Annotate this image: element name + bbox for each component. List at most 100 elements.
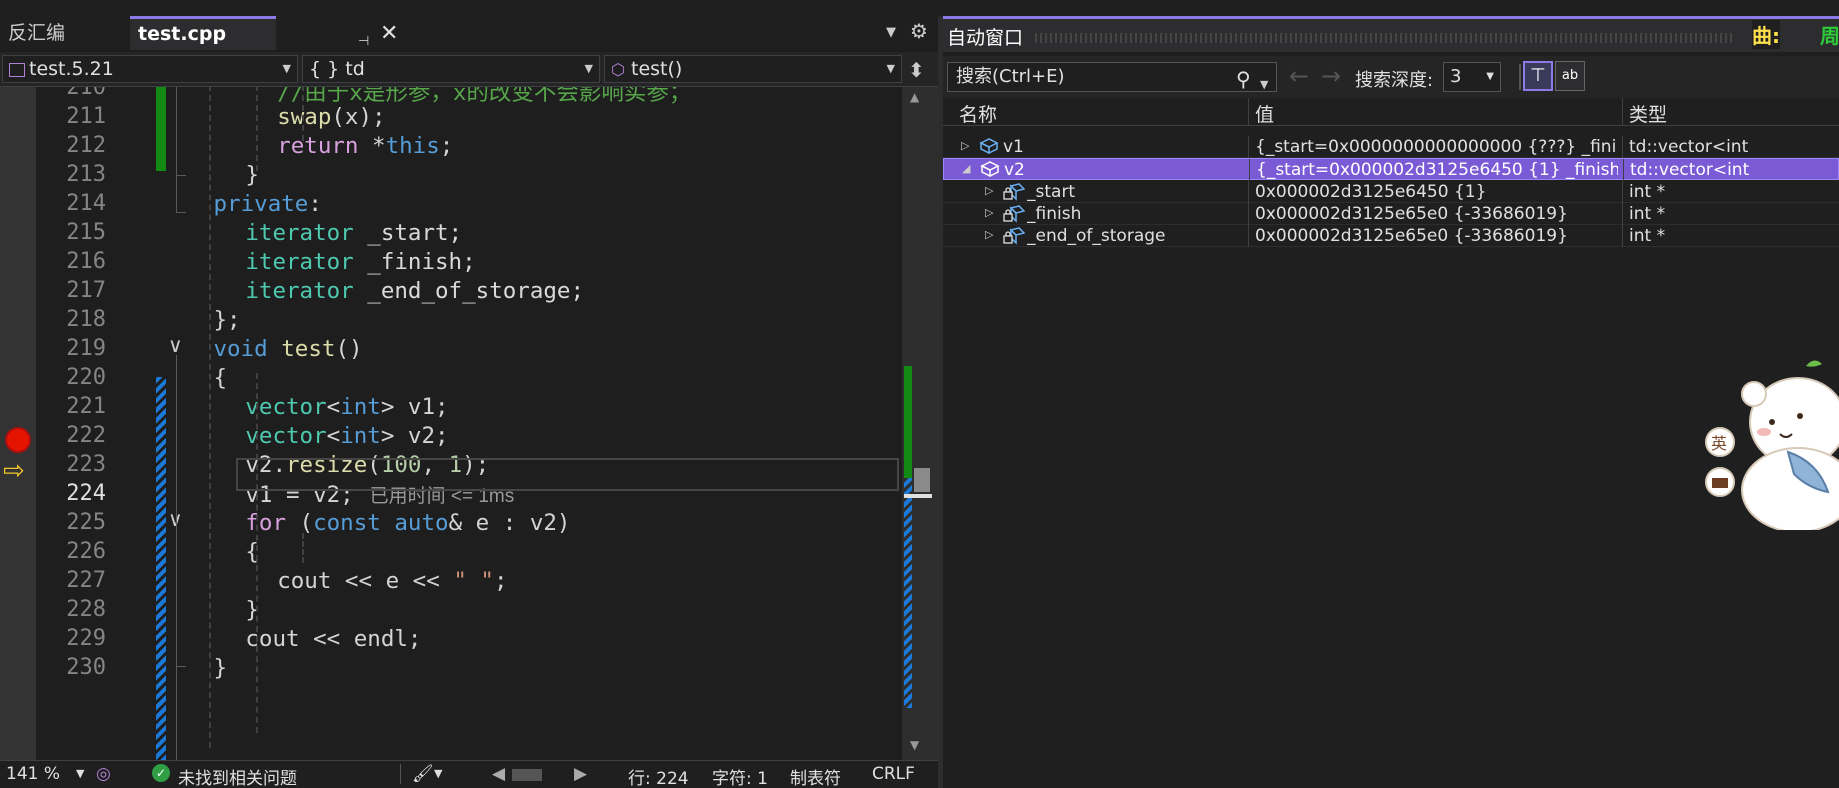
collapse-arrow-icon[interactable]: ◢ [962,162,970,175]
member-dropdown-label: test() [631,58,683,80]
fold-collapse-icon[interactable]: ∨ [168,333,183,357]
toolbar-divider [1519,64,1521,90]
arrow-left-icon[interactable]: ← [1289,62,1309,90]
arrow-right-icon[interactable]: → [1321,62,1341,90]
code-line[interactable]: for (const auto& e : v2) [245,510,570,536]
breakpoint-icon[interactable] [5,427,31,453]
column-header-type[interactable]: 类型 [1629,100,1667,127]
search-depth-label: 搜索深度: [1355,70,1434,91]
document-tab-strip: 反汇编 test.cpp ⊣ ✕ ▼ ⚙ [0,16,938,50]
line-number: 212 [66,133,106,158]
autos-row-value[interactable]: {_start=0x000002d3125e6450 {1} _finish=0… [1256,160,1618,180]
code-token: int [340,423,381,449]
code-line[interactable]: cout << e << " "; [277,568,507,594]
indent-mode-status[interactable]: 制表符 [790,764,841,788]
column-divider [1248,180,1249,203]
code-token: _end_of_storage; [353,278,585,304]
zoom-level[interactable]: 141 % [6,764,60,784]
scroll-down-icon[interactable]: ▼ [910,738,919,752]
autos-row-type: td::vector<int> [1630,160,1750,181]
scrollbar-caret-marker [904,494,932,498]
expand-arrow-icon[interactable]: ▷ [985,228,993,241]
line-number: 215 [66,220,106,245]
line-number: 226 [66,539,106,564]
autos-row[interactable]: ◢ v2 {_start=0x000002d3125e6450 {1} _finis… [943,158,1839,182]
code-line[interactable]: iterator _start; [245,220,462,246]
code-line[interactable]: { [214,365,228,391]
code-token: << endl; [299,626,422,652]
code-token: cout [277,568,332,594]
search-depth-value: 3 [1450,66,1462,87]
autos-row[interactable]: ▷ _finish 0x000002d3125e65e0 {-33686019} in… [943,202,1839,225]
code-token: > v1; [380,394,449,420]
code-token: test [281,336,336,362]
char-number-status[interactable]: 字符: 1 [712,764,768,788]
expand-arrow-icon[interactable]: ▷ [985,184,993,197]
chevron-down-icon[interactable]: ▼ [1260,71,1268,99]
code-line[interactable]: private: [214,191,322,217]
code-token: * [358,133,386,159]
code-line[interactable]: iterator _end_of_storage; [245,278,584,304]
code-line[interactable]: iterator _finish; [245,249,475,275]
scrollbar-thumb[interactable] [914,468,930,492]
scroll-left-icon[interactable]: ◀ [492,764,505,784]
expand-arrow-icon[interactable]: ▷ [985,206,993,219]
member-dropdown[interactable]: ⬡ test() ▼ [604,55,902,83]
autos-row-value[interactable]: 0x000002d3125e65e0 {-33686019} [1255,204,1617,224]
indicator-margin[interactable] [0,87,36,760]
autos-row-value[interactable]: 0x000002d3125e6450 {1} [1255,182,1617,202]
column-resizer[interactable] [1622,98,1623,126]
hex-display-button[interactable]: ab [1555,61,1585,91]
line-ending-status[interactable]: CRLF [872,764,915,784]
code-line[interactable]: vector<int> v2; [245,423,448,449]
line-number: 225 [66,510,106,535]
column-header-name[interactable]: 名称 [959,100,997,127]
scope-dropdown[interactable]: { } td ▼ [302,55,600,83]
autos-row-value[interactable]: {_start=0x0000000000000000 {???} _finish… [1255,137,1617,157]
column-resizer[interactable] [1248,98,1249,126]
code-token: iterator [245,220,354,246]
indent-guide [209,87,211,748]
chevron-down-icon[interactable]: ▼ [434,767,442,780]
horizontal-scrollbar-thumb[interactable] [512,769,542,781]
issues-status[interactable]: 未找到相关问题 [178,764,297,788]
scroll-right-icon[interactable]: ▶ [574,764,587,784]
sticker-badge-text: 英 [1711,434,1727,453]
pin-to-source-icon[interactable]: ⊤ [1523,61,1553,91]
title-grip[interactable] [1035,33,1735,43]
code-token: ; [493,568,508,594]
autos-title: 自动窗口 [947,27,1024,49]
autos-row-value[interactable]: 0x000002d3125e65e0 {-33686019} [1255,226,1617,246]
code-editor[interactable]: 210//由于x是形参，x的改变不会影响实参； 211 swap(x); 212 ret… [0,87,902,760]
tab-overflow-dropdown-icon[interactable]: ▼ [886,25,896,40]
chevron-down-icon[interactable]: ▼ [76,767,84,780]
autos-row-type: int * [1629,203,1666,224]
project-dropdown[interactable]: test.5.21 ▼ [2,55,298,83]
line-number: 221 [66,394,106,419]
search-input[interactable]: 搜索(Ctrl+E) ⚲ ▼ [947,62,1277,92]
scroll-up-icon[interactable]: ▲ [910,90,919,104]
column-header-value[interactable]: 值 [1255,100,1274,127]
code-line[interactable]: swap(x); [277,104,385,130]
gear-icon[interactable]: ⚙ [910,19,928,43]
code-line[interactable]: vector<int> v1; [245,394,448,420]
code-line[interactable]: } [214,655,228,681]
autos-row-name: _finish [1027,203,1082,224]
split-editor-icon[interactable]: ⬍ [908,58,925,82]
search-depth-dropdown[interactable]: 3 ▼ [1443,62,1501,92]
autos-row[interactable]: ▷ _start 0x000002d3125e6450 {1} int * [943,180,1839,203]
code-line[interactable]: }; [214,307,241,333]
line-number-status[interactable]: 行: 224 [628,764,689,788]
code-line[interactable]: cout << endl; [245,626,421,652]
code-token: < [326,394,341,420]
code-line[interactable]: void test() [214,336,363,362]
tab-disassembly[interactable]: 反汇编 [0,16,130,50]
autos-row[interactable]: ▷ _end_of_storage 0x000002d3125e65e0 {-336… [943,225,1839,248]
copilot-icon[interactable]: ◎ [96,764,111,784]
close-icon[interactable]: ✕ [380,19,398,49]
tab-test-cpp[interactable]: test.cpp ⊣ ✕ [130,16,398,50]
expand-arrow-icon[interactable]: ▷ [961,139,969,152]
search-icon[interactable]: ⚲ [1236,65,1251,93]
cleanup-brush-icon[interactable]: 🖌 [412,764,434,784]
autos-row[interactable]: ▷ v1 {_start=0x0000000000000000 {???} _fin… [943,136,1839,158]
